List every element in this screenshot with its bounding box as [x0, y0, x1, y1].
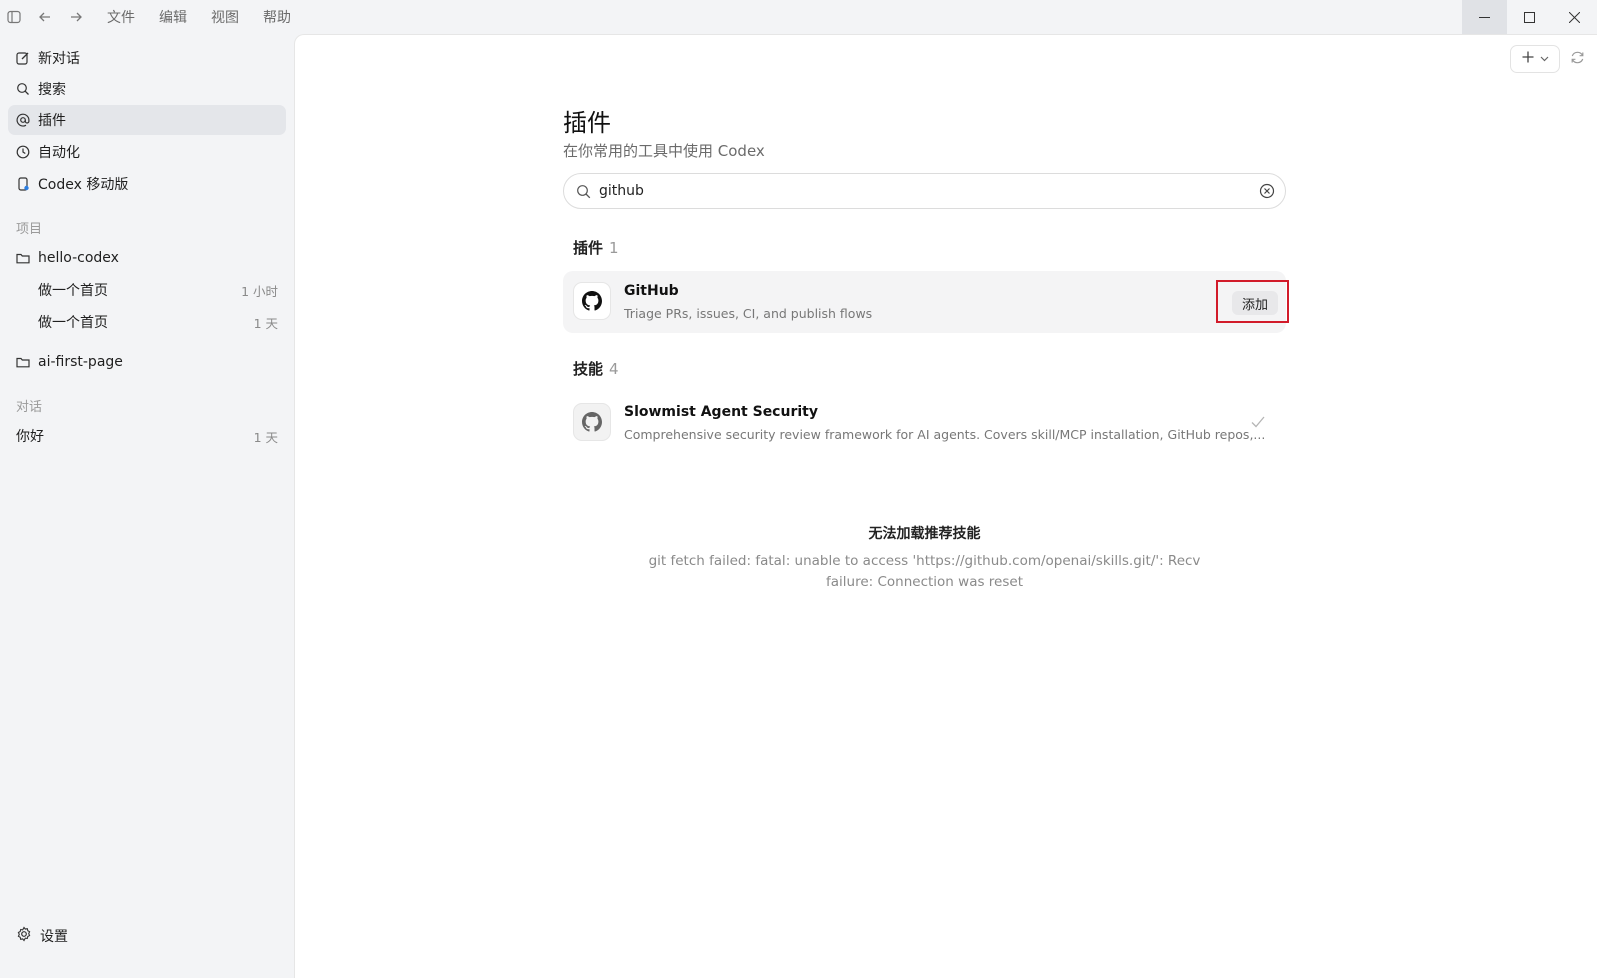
plugins-group-heading: 插件 1 — [573, 237, 619, 258]
menu-edit[interactable]: 编辑 — [147, 7, 199, 27]
search-icon — [576, 184, 591, 199]
sidebar-item-new-chat[interactable]: 新对话 — [8, 43, 286, 73]
projects-section-label: 项目 — [16, 222, 43, 237]
sidebar-item-label: 插件 — [38, 113, 66, 129]
clock-icon — [15, 144, 31, 160]
menu-file[interactable]: 文件 — [95, 7, 147, 27]
installed-check-icon — [1251, 413, 1265, 432]
at-icon — [15, 112, 31, 128]
project-name: hello-codex — [38, 250, 119, 266]
chat-time: 1 天 — [253, 429, 278, 445]
clear-search-icon[interactable] — [1259, 183, 1275, 199]
skills-group-label: 技能 — [573, 360, 604, 378]
thread-title: 做一个首页 — [38, 283, 108, 299]
plugins-group-label: 插件 — [573, 239, 604, 257]
folder-icon — [15, 250, 31, 266]
minimize-button[interactable] — [1462, 0, 1507, 34]
skill-description: Comprehensive security review framework … — [624, 427, 1266, 442]
close-button[interactable] — [1552, 0, 1597, 34]
thread-time: 1 天 — [253, 315, 278, 331]
sidebar-item-codex-mobile[interactable]: Codex 移动版 — [8, 169, 286, 199]
menu-view[interactable]: 视图 — [199, 7, 251, 27]
back-arrow-icon[interactable] — [34, 6, 56, 28]
thread-title: 做一个首页 — [38, 315, 108, 331]
main-panel: 插件 在你常用的工具中使用 Codex github 插件 1 GitHub Tr… — [294, 34, 1597, 978]
sidebar-toggle-icon[interactable] — [3, 6, 25, 28]
menu-bar: 文件 编辑 视图 帮助 — [95, 7, 303, 27]
folder-icon — [15, 354, 31, 370]
thread-item[interactable]: 做一个首页 1 天 — [38, 310, 278, 334]
thread-time: 1 小时 — [241, 283, 278, 299]
plugins-count: 1 — [609, 239, 619, 257]
chevron-down-icon — [1540, 51, 1549, 67]
page-subtitle: 在你常用的工具中使用 Codex — [563, 142, 765, 160]
menu-help[interactable]: 帮助 — [251, 7, 303, 27]
skills-count: 4 — [609, 360, 619, 378]
skill-name[interactable]: Slowmist Agent Security — [624, 404, 818, 420]
chats-section-label: 对话 — [16, 400, 43, 415]
chat-item[interactable]: 你好 1 天 — [16, 424, 278, 448]
sidebar-item-label: Codex 移动版 — [38, 177, 129, 193]
mobile-icon — [15, 176, 31, 192]
sidebar-item-plugins[interactable]: 插件 — [8, 105, 286, 135]
github-icon — [573, 282, 611, 320]
settings-label: 设置 — [40, 929, 68, 945]
search-value: github — [599, 183, 644, 199]
add-plugin-button[interactable]: 添加 — [1232, 291, 1278, 315]
sidebar-item-search[interactable]: 搜索 — [8, 74, 286, 104]
refresh-icon[interactable] — [1570, 50, 1585, 69]
settings-button[interactable]: 设置 — [16, 926, 68, 946]
plugin-card-github[interactable] — [563, 271, 1286, 333]
thread-item[interactable]: 做一个首页 1 小时 — [38, 278, 278, 302]
github-icon — [573, 403, 611, 441]
plugin-name: GitHub — [624, 283, 679, 299]
error-message: git fetch failed: fatal: unable to acces… — [648, 553, 1201, 590]
title-bar: 文件 编辑 视图 帮助 — [0, 0, 1597, 34]
plus-icon — [1522, 51, 1534, 67]
sidebar-item-label: 自动化 — [38, 145, 80, 161]
gear-icon — [16, 926, 32, 946]
project-name: ai-first-page — [38, 354, 123, 370]
sidebar-item-label: 搜索 — [38, 82, 66, 98]
sidebar-item-automation[interactable]: 自动化 — [8, 137, 286, 167]
plugin-search-input[interactable]: github — [563, 173, 1286, 209]
sidebar: 新对话 搜索 插件 自动化 Codex 移动版 项目 hello-codex 做… — [0, 34, 294, 978]
sidebar-item-label: 新对话 — [38, 51, 80, 67]
plugin-description: Triage PRs, issues, CI, and publish flow… — [624, 306, 873, 321]
project-ai-first-page[interactable]: ai-first-page — [8, 347, 286, 377]
error-title: 无法加载推荐技能 — [868, 526, 981, 542]
forward-arrow-icon[interactable] — [65, 6, 87, 28]
add-button-highlight: 添加 — [1216, 280, 1289, 323]
skills-group-heading: 技能 4 — [573, 358, 619, 379]
project-hello-codex[interactable]: hello-codex — [8, 243, 286, 273]
chat-title: 你好 — [16, 429, 44, 445]
new-item-dropdown-button[interactable] — [1510, 45, 1560, 73]
edit-icon — [15, 50, 31, 66]
search-icon — [15, 81, 31, 97]
maximize-button[interactable] — [1507, 0, 1552, 34]
page-title: 插件 — [563, 109, 611, 137]
